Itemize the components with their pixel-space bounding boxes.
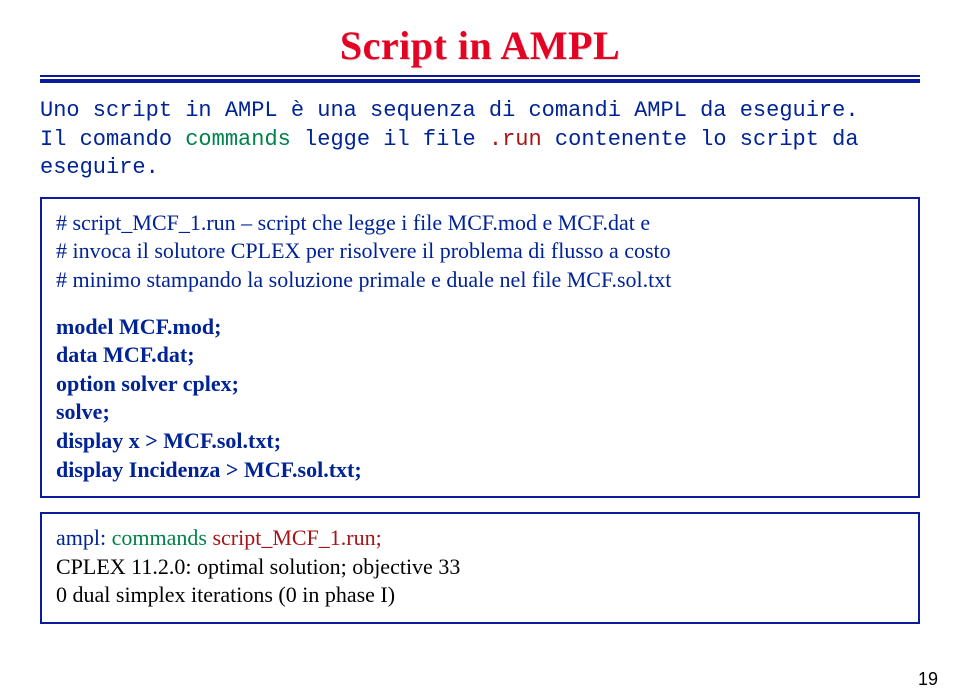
ampl-command-line: ampl: commands script_MCF_1.run; [56,524,904,553]
script-comment-3: # minimo stampando la soluzione primale … [56,266,904,295]
script-solve-line: solve; [56,398,904,427]
intro-line-2a: Il comando [40,127,185,152]
title-rule-thin [40,75,920,77]
script-box: # script_MCF_1.run – script che legge i … [40,197,920,498]
ampl-commands-keyword: commands [112,525,207,550]
ampl-prompt: ampl: [56,525,112,550]
title-rule-thick [40,79,920,83]
script-display-x-line: display x > MCF.sol.txt; [56,427,904,456]
intro-text: Uno script in AMPL è una sequenza di com… [40,97,920,183]
output-box: ampl: commands script_MCF_1.run; CPLEX 1… [40,512,920,624]
intro-line-2: Il comando commands legge il file .run c… [40,126,920,183]
page-number: 19 [918,669,938,690]
intro-line-2b: legge il file [291,127,489,152]
solver-output-2: 0 dual simplex iterations (0 in phase I) [56,581,904,610]
solver-output-1: CPLEX 11.2.0: optimal solution; objectiv… [56,553,904,582]
intro-run-ext: .run [489,127,542,152]
script-comment-1: # script_MCF_1.run – script che legge i … [56,209,904,238]
ampl-script-filename: script_MCF_1.run; [207,525,382,550]
script-display-incidenza-line: display Incidenza > MCF.sol.txt; [56,456,904,485]
script-model-line: model MCF.mod; [56,313,904,342]
script-option-line: option solver cplex; [56,370,904,399]
slide-title: Script in AMPL [340,23,620,68]
script-comment-2: # invoca il solutore CPLEX per risolvere… [56,237,904,266]
script-data-line: data MCF.dat; [56,341,904,370]
intro-commands-keyword: commands [185,127,291,152]
intro-line-1: Uno script in AMPL è una sequenza di com… [40,97,920,126]
